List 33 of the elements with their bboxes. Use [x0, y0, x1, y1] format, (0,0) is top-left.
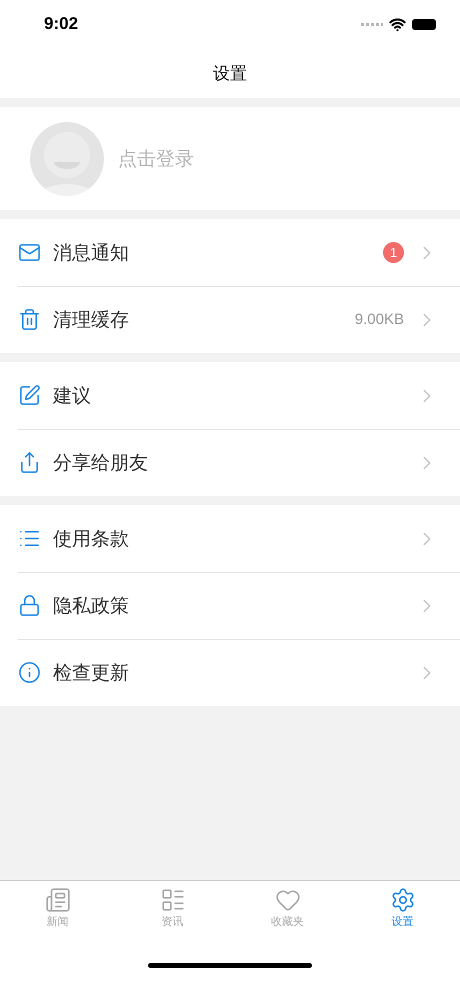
- settings-row[interactable]: 分享给朋友: [0, 429, 460, 496]
- settings-row[interactable]: 使用条款: [0, 505, 460, 572]
- settings-row[interactable]: 隐私政策: [0, 572, 460, 639]
- cache-size: 9.00KB: [354, 311, 404, 328]
- page-title: 设置: [213, 62, 247, 84]
- settings-row[interactable]: 建议: [0, 362, 460, 429]
- status-time: 9:02: [44, 14, 78, 34]
- row-label: 使用条款: [53, 526, 130, 552]
- count-badge: 1: [383, 242, 404, 263]
- row-label: 检查更新: [53, 660, 130, 686]
- avatar-icon: [30, 122, 104, 196]
- share-icon: [18, 451, 41, 474]
- envelope-icon: [18, 241, 41, 264]
- article-icon: [160, 887, 186, 913]
- row-label: 建议: [53, 384, 92, 408]
- settings-row[interactable]: 清理缓存 9.00KB: [0, 286, 460, 353]
- battery-icon: [412, 18, 436, 30]
- login-text: 点击登录: [118, 146, 194, 172]
- lock-icon: [18, 594, 41, 617]
- edit-icon: [18, 384, 41, 407]
- settings-row[interactable]: 检查更新: [0, 639, 460, 706]
- info-icon: [18, 661, 41, 684]
- settings-icon: [390, 887, 416, 913]
- trash-icon: [18, 308, 41, 331]
- row-label: 隐私政策: [53, 594, 130, 618]
- newspaper-icon: [44, 887, 70, 913]
- settings-row[interactable]: 消息通知 1: [0, 219, 460, 286]
- row-label: 清理缓存: [53, 308, 130, 332]
- row-label: 分享给朋友: [53, 450, 149, 476]
- wifi-icon: [389, 16, 406, 32]
- signal-icon: [361, 22, 383, 26]
- tab-item[interactable]: 设置: [345, 881, 460, 943]
- row-label: 消息通知: [53, 240, 130, 266]
